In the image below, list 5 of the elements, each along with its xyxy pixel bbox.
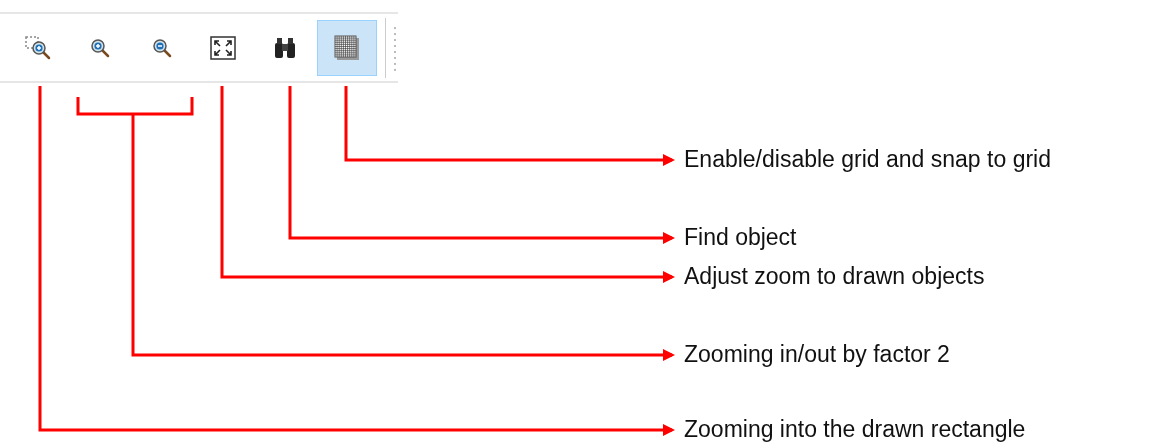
callout-label: Adjust zoom to drawn objects	[684, 262, 985, 290]
callout-label: Enable/disable grid and snap to grid	[684, 145, 1051, 173]
callout-label: Zooming in/out by factor 2	[684, 340, 950, 368]
callout-label: Find object	[684, 223, 797, 251]
callout-label: Zooming into the drawn rectangle	[684, 415, 1026, 443]
